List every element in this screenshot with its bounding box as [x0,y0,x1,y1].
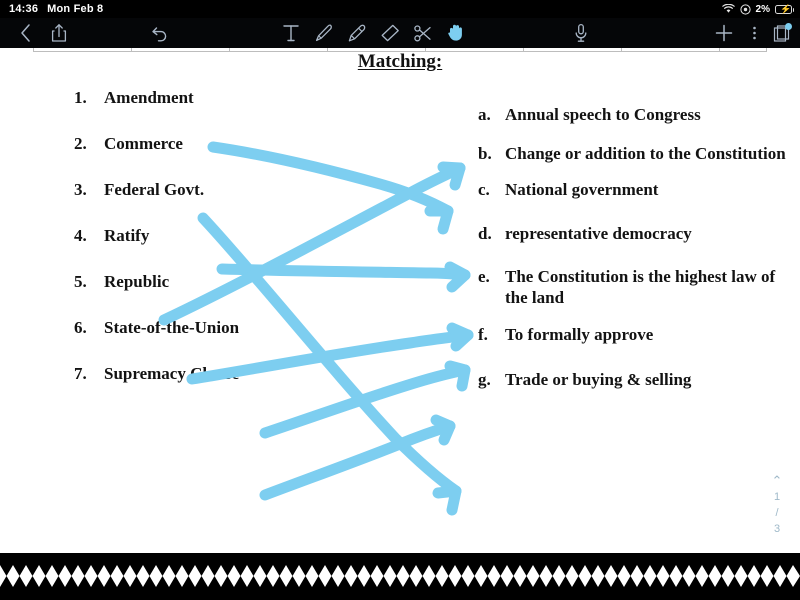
term-text: Republic [104,272,170,291]
scissors-tool-icon[interactable] [410,18,436,48]
annotation-app-window: 14:36 Mon Feb 8 2% ⚡ Matching: 1. Amendm… [0,0,800,600]
editor-toolbar [0,18,800,48]
ink-arrowhead-g [432,485,462,516]
definition-marker: e. [478,266,490,286]
definition-text: Trade or buying & selling [505,370,692,390]
terms-column: 1. Amendment 2. Commerce 3. Federal Govt… [74,88,374,410]
term-item: 5. Republic [74,272,374,318]
current-page-number: 1 [773,491,781,503]
page-bottom-edge [0,553,800,600]
definition-text: The Constitution is the highest law of t… [505,266,776,307]
term-text: Supremacy Clause [104,364,240,383]
tool-palette [278,18,469,48]
term-marker: 2. [74,134,87,153]
term-item: 7. Supremacy Clause [74,364,374,410]
definition-item: a. Annual speech to Congress [478,105,788,126]
status-bar-left: 14:36 Mon Feb 8 [0,3,103,15]
term-marker: 1. [74,88,87,107]
battery-charging-icon: ⚡ [775,4,794,14]
term-marker: 7. [74,364,87,383]
torn-edge-pattern [0,561,800,591]
share-icon[interactable] [48,18,70,48]
add-icon[interactable] [711,18,737,48]
hand-tool-icon[interactable] [443,18,469,48]
definition-marker: d. [478,224,492,244]
pen-tool-icon[interactable] [311,18,337,48]
definition-text: representative democracy [505,224,692,244]
term-marker: 3. [74,180,87,199]
more-options-icon[interactable] [747,18,761,48]
battery-percent: 2% [755,3,770,15]
page-title: Matching: [357,51,443,72]
term-item: 4. Ratify [74,226,374,272]
chevron-up-icon[interactable]: ⌃ [764,473,790,489]
definition-text: National government [505,180,659,200]
term-marker: 5. [74,272,87,291]
definition-marker: a. [478,105,491,124]
wifi-icon [721,4,735,14]
ink-arrowhead-d [446,322,474,352]
definition-item: g. Trade or buying & selling [478,370,788,391]
term-item: 2. Commerce [74,134,374,180]
pages-badge-dot [785,23,792,30]
definition-item: d. representative democracy [478,224,788,245]
status-date: Mon Feb 8 [47,3,104,15]
definition-item: f. To formally approve [478,325,788,346]
ink-arrowhead-a [437,161,466,191]
do-not-disturb-icon [739,3,751,15]
definition-item: c. National government [478,180,788,201]
definition-item: b. Change or addition to the Constitutio… [478,144,788,165]
definition-item: e. The Constitution is the highest law o… [478,267,788,308]
ink-arrowhead-b [424,205,454,235]
term-marker: 4. [74,226,87,245]
microphone-icon[interactable] [569,18,593,48]
page-navigator[interactable]: ⌃ 1 / 3 [764,473,790,537]
total-page-count: 3 [773,523,781,535]
definition-marker: b. [478,143,492,163]
term-marker: 6. [74,318,87,337]
term-text: State-of-the-Union [104,318,240,337]
term-text: Amendment [104,88,194,107]
definitions-column: a. Annual speech to Congress b. Change o… [478,105,788,401]
document-page[interactable]: Matching: 1. Amendment 2. Commerce 3. Fe… [0,48,800,553]
ink-stroke-7-to-f [259,420,456,501]
ink-arrowhead-f [430,414,456,446]
definition-text: To formally approve [505,325,654,345]
status-time: 14:36 [9,3,39,15]
definition-text: Change or addition to the Constitution [505,143,786,163]
back-chevron-icon[interactable] [14,18,36,48]
term-item: 3. Federal Govt. [74,180,374,226]
term-text: Federal Govt. [104,180,205,199]
definition-marker: g. [478,370,491,390]
text-tool-icon[interactable] [278,18,304,48]
page-separator: / [775,507,779,519]
term-item: 1. Amendment [74,88,374,134]
undo-icon[interactable] [148,18,172,48]
term-text: Commerce [104,134,183,153]
status-bar: 14:36 Mon Feb 8 2% ⚡ [0,0,800,18]
definition-marker: c. [478,180,490,200]
pages-icon[interactable] [769,18,795,48]
definition-text: Annual speech to Congress [505,105,701,124]
ink-arrowhead-c [444,261,471,293]
definition-marker: f. [478,325,488,345]
ink-arrowhead-e [444,360,471,392]
status-bar-right: 2% ⚡ [721,3,800,15]
term-text: Ratify [104,226,150,245]
highlighter-tool-icon[interactable] [344,18,370,48]
eraser-tool-icon[interactable] [377,18,403,48]
term-item: 6. State-of-the-Union [74,318,374,364]
